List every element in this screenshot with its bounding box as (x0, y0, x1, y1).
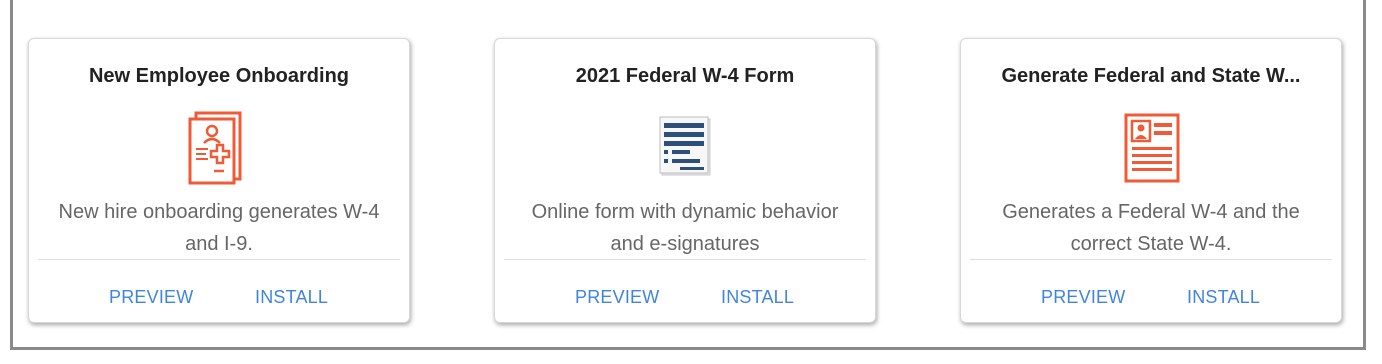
card-divider (970, 259, 1332, 260)
card-actions: PREVIEW INSTALL (495, 287, 875, 311)
template-card-w4-form[interactable]: 2021 Federal W-4 Form Online form with d… (494, 38, 876, 323)
install-button[interactable]: INSTALL (255, 287, 328, 308)
card-divider (38, 259, 400, 260)
form-document-icon (650, 109, 720, 185)
card-actions: PREVIEW INSTALL (961, 287, 1341, 311)
install-button[interactable]: INSTALL (721, 287, 794, 308)
profile-document-icon (1116, 109, 1186, 185)
install-button[interactable]: INSTALL (1187, 287, 1260, 308)
preview-button[interactable]: PREVIEW (575, 287, 659, 308)
card-actions: PREVIEW INSTALL (29, 287, 409, 311)
card-description: New hire onboarding generates W-4 and I-… (58, 201, 380, 255)
card-description: Online form with dynamic behavior and e-… (531, 201, 839, 255)
medical-document-icon (184, 109, 254, 185)
preview-button[interactable]: PREVIEW (109, 287, 193, 308)
card-title: New Employee Onboarding (88, 65, 350, 87)
card-title: 2021 Federal W-4 Form (575, 65, 795, 87)
card-divider (504, 259, 866, 260)
template-card-onboarding[interactable]: New Employee Onboarding New hire onboard… (28, 38, 410, 323)
template-card-federal-state-w4[interactable]: Generate Federal and State W... Generate… (960, 38, 1342, 323)
card-description: Generates a Federal W-4 and the correct … (1002, 201, 1300, 255)
card-title: Generate Federal and State W... (1001, 65, 1301, 87)
preview-button[interactable]: PREVIEW (1041, 287, 1125, 308)
